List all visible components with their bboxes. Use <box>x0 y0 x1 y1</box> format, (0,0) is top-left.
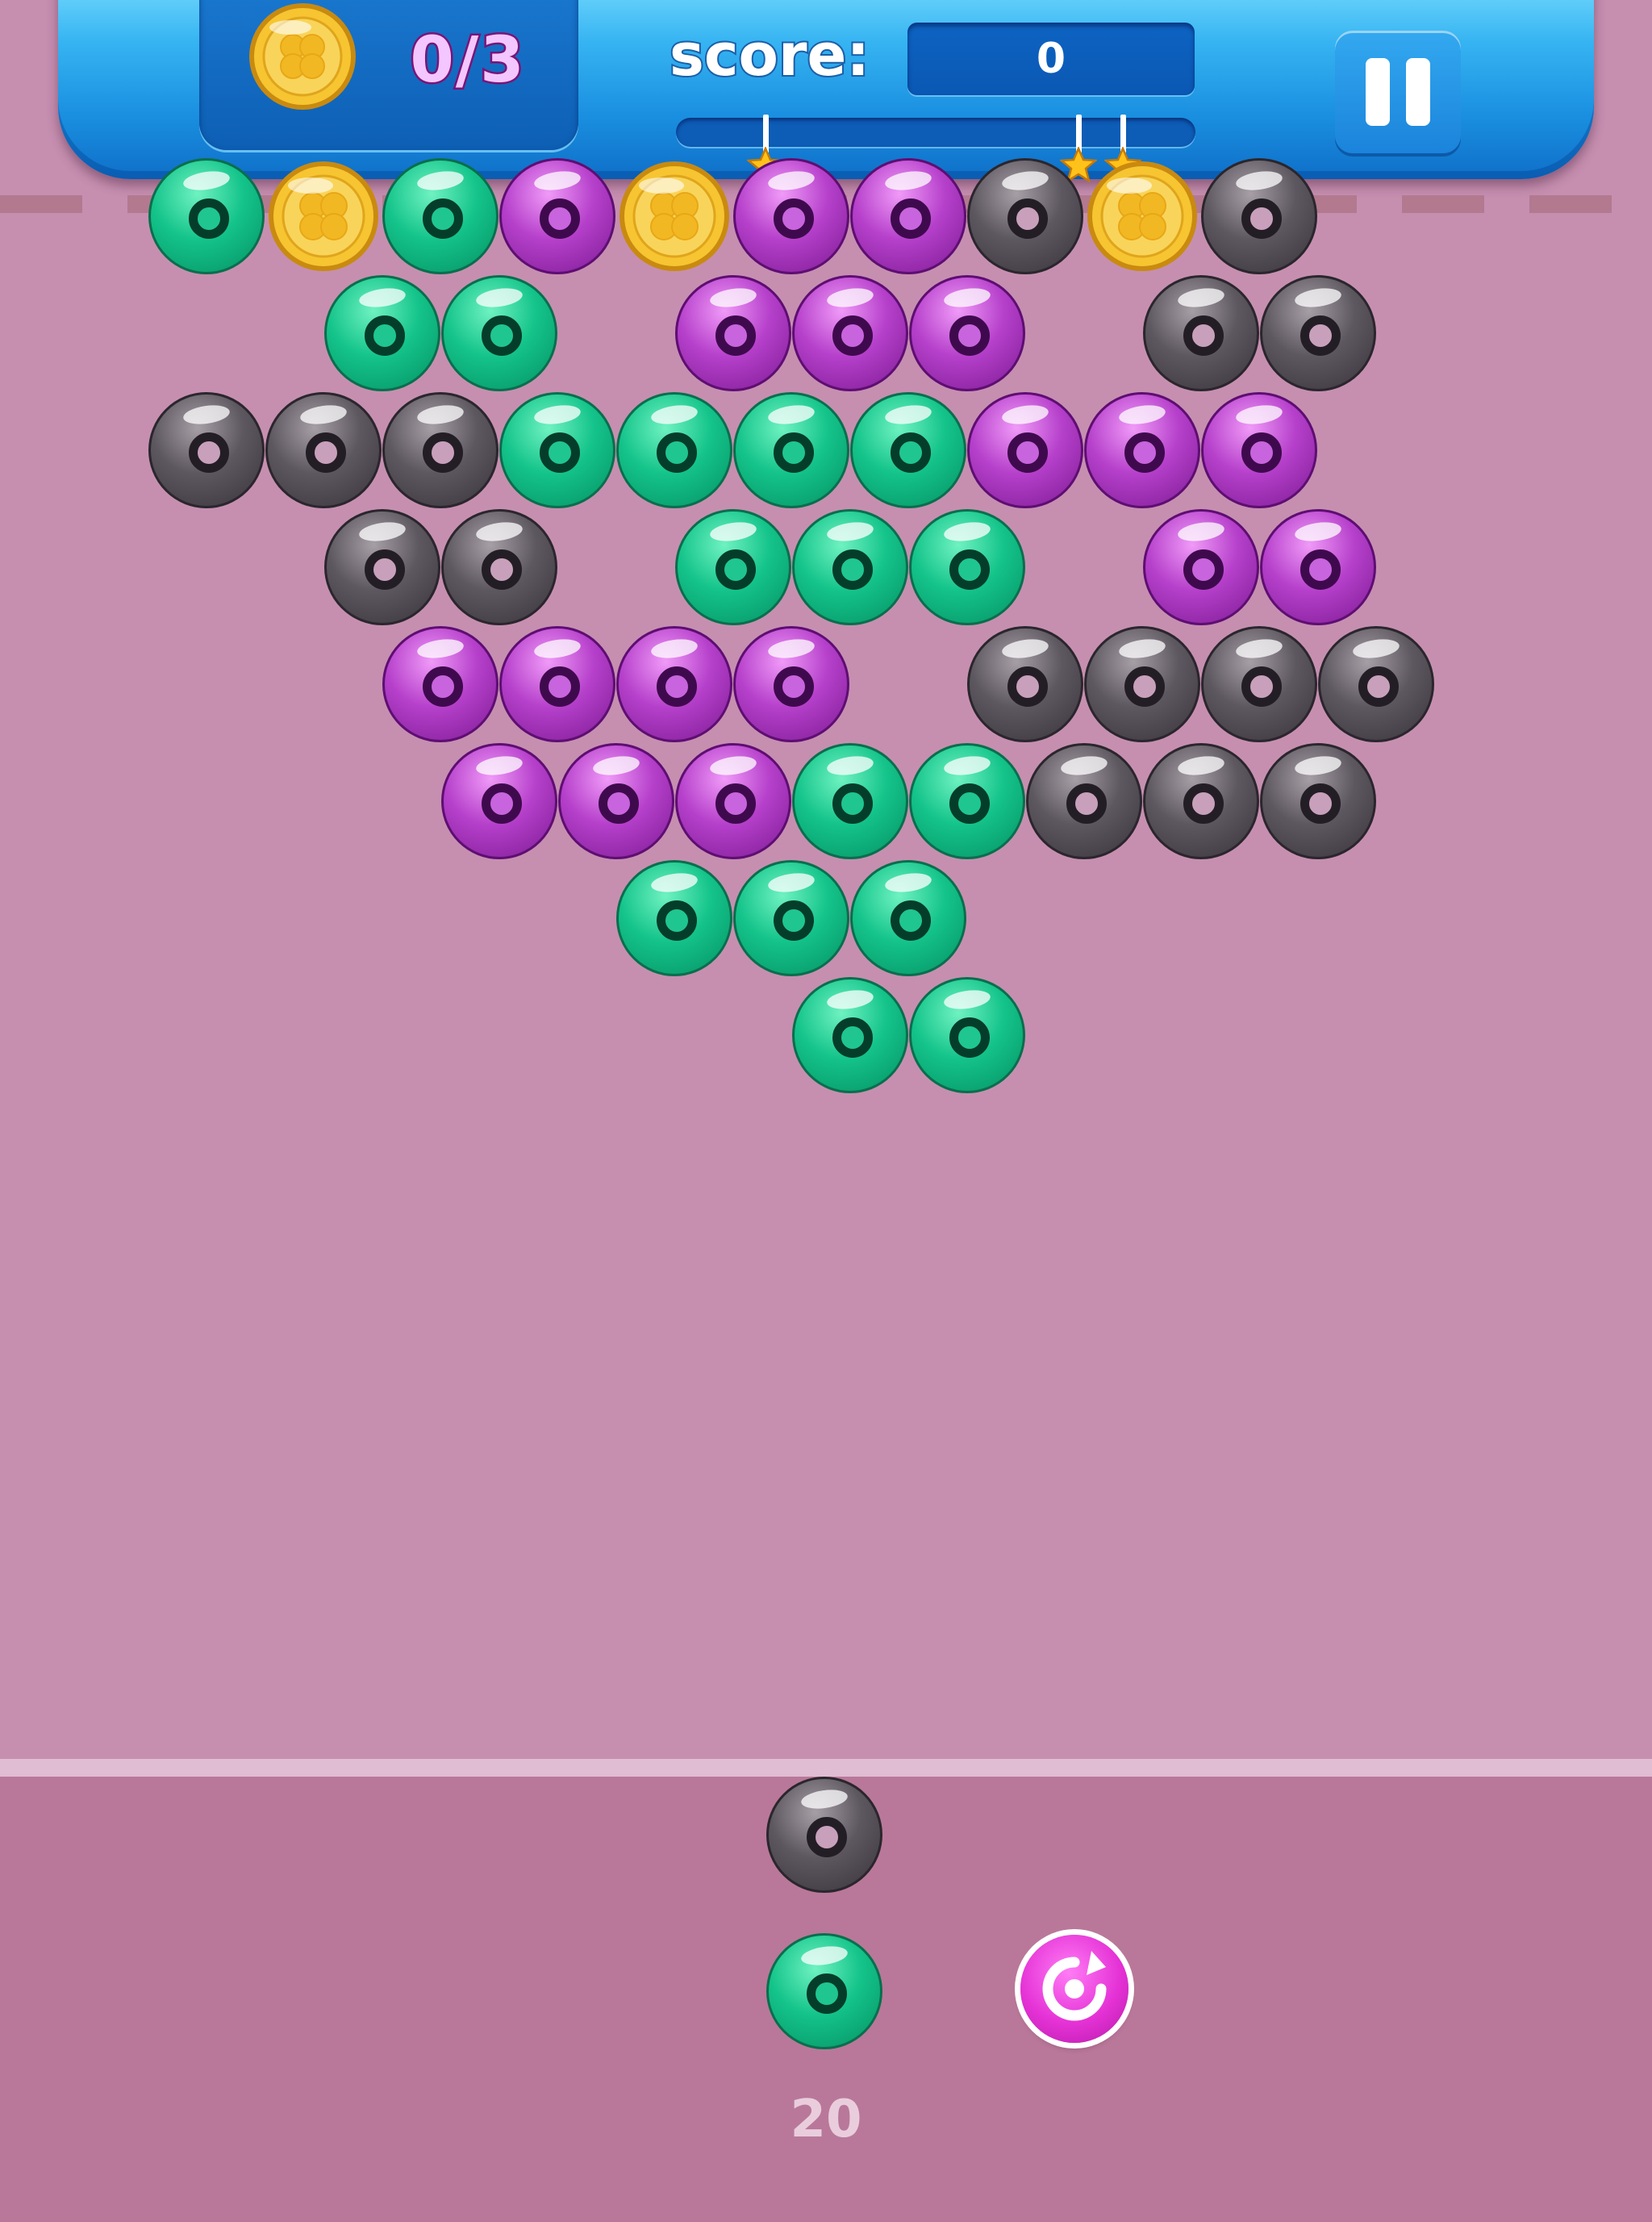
grey-bubble <box>967 158 1083 274</box>
green-bubble <box>791 743 908 859</box>
green-bubble <box>733 392 849 508</box>
green-bubble <box>499 392 615 508</box>
purple-bubble <box>499 158 615 274</box>
green-bubble <box>850 860 966 976</box>
grey-bubble <box>1142 275 1259 391</box>
current-bubble[interactable] <box>766 1777 882 1893</box>
purple-bubble <box>733 158 849 274</box>
green-bubble <box>616 860 732 976</box>
grey-bubble <box>148 392 265 508</box>
grey-bubble <box>1259 275 1376 391</box>
green-bubble <box>382 158 499 274</box>
purple-bubble <box>967 392 1083 508</box>
bubble-grid <box>0 0 1652 1210</box>
green-bubble <box>791 509 908 625</box>
green-bubble <box>850 392 966 508</box>
grey-bubble <box>1201 626 1317 742</box>
swap-bubble-button[interactable] <box>1020 1935 1128 2043</box>
coin-bubble <box>616 158 732 274</box>
coin-bubble <box>1084 158 1200 274</box>
green-bubble <box>733 860 849 976</box>
green-bubble <box>908 977 1025 1093</box>
grey-bubble <box>1201 158 1317 274</box>
green-bubble <box>674 509 791 625</box>
purple-bubble <box>791 275 908 391</box>
grey-bubble <box>1318 626 1434 742</box>
green-bubble <box>791 977 908 1093</box>
purple-bubble <box>557 743 674 859</box>
green-bubble <box>323 275 440 391</box>
purple-bubble <box>674 275 791 391</box>
green-bubble <box>148 158 265 274</box>
grey-bubble <box>323 509 440 625</box>
green-bubble <box>616 392 732 508</box>
green-bubble <box>908 743 1025 859</box>
purple-bubble <box>733 626 849 742</box>
grey-bubble <box>967 626 1083 742</box>
grey-bubble <box>382 392 499 508</box>
purple-bubble <box>440 743 557 859</box>
purple-bubble <box>850 158 966 274</box>
green-bubble <box>908 509 1025 625</box>
grey-bubble <box>1259 743 1376 859</box>
purple-bubble <box>674 743 791 859</box>
purple-bubble <box>499 626 615 742</box>
purple-bubble <box>382 626 499 742</box>
purple-bubble <box>1201 392 1317 508</box>
grey-bubble <box>1142 743 1259 859</box>
grey-bubble <box>1025 743 1142 859</box>
coin-bubble <box>265 158 382 274</box>
green-bubble <box>440 275 557 391</box>
purple-bubble <box>1084 392 1200 508</box>
purple-bubble <box>1259 509 1376 625</box>
purple-bubble <box>908 275 1025 391</box>
grey-bubble <box>265 392 382 508</box>
grey-bubble <box>440 509 557 625</box>
purple-bubble <box>616 626 732 742</box>
purple-bubble <box>1142 509 1259 625</box>
next-bubble[interactable] <box>766 1933 882 2049</box>
swap-icon <box>1042 1951 1107 2021</box>
shots-remaining: 20 <box>790 2090 862 2149</box>
grey-bubble <box>1084 626 1200 742</box>
